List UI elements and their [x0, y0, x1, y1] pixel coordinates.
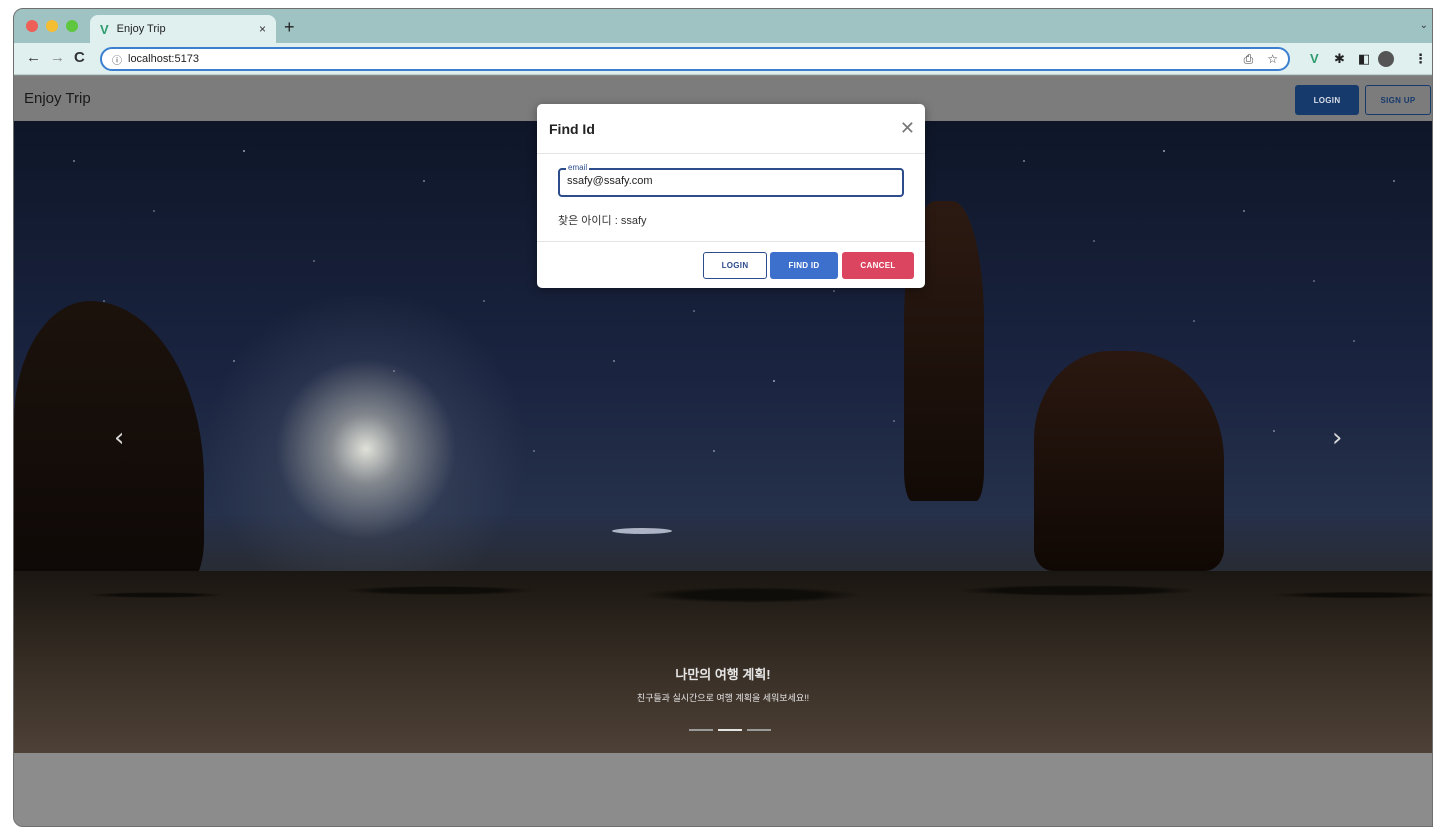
browser-titlebar: V Enjoy Trip × + ⌄	[14, 9, 1432, 43]
browser-menu-icon[interactable]: ⋮	[1414, 51, 1427, 67]
side-panel-icon[interactable]: ◧	[1358, 51, 1370, 67]
email-input[interactable]	[567, 175, 887, 187]
header-signup-button[interactable]: SIGN UP	[1365, 85, 1431, 115]
carousel-caption-subtitle: 친구들과 실시간으로 여행 계획을 세워보세요!!	[636, 693, 810, 703]
carousel-indicator-active[interactable]	[718, 729, 742, 731]
star-icon[interactable]: ☆	[1267, 52, 1278, 66]
vue-icon: V	[100, 21, 109, 37]
new-tab-button[interactable]: +	[284, 17, 295, 38]
carousel-caption-title: 나만의 여행 계획!	[675, 667, 771, 682]
page-lower-area	[14, 753, 1432, 826]
info-icon[interactable]: ⓘ	[112, 52, 122, 67]
modal-header: Find Id ✕	[537, 104, 925, 154]
extensions-icon[interactable]: ✱	[1334, 51, 1345, 67]
cancel-button[interactable]: CANCEL	[842, 252, 914, 279]
close-window-button[interactable]	[26, 20, 38, 32]
rock-formation-right	[1034, 351, 1224, 571]
url-text[interactable]: localhost:5173	[128, 53, 1230, 65]
carousel-indicator[interactable]	[689, 729, 713, 731]
share-icon[interactable]: ⎙	[1244, 52, 1254, 67]
carousel-indicators	[689, 729, 771, 731]
email-label: email	[566, 163, 590, 172]
profile-avatar[interactable]	[1378, 51, 1394, 67]
carousel-indicator[interactable]	[747, 729, 771, 731]
tab-close-icon[interactable]: ×	[259, 22, 266, 36]
login-button[interactable]: LOGIN	[703, 252, 767, 279]
find-id-modal: Find Id ✕ email 찾은 아이디 : ssafy LOGIN FIN…	[537, 104, 925, 288]
minimize-window-button[interactable]	[46, 20, 58, 32]
carousel-prev-icon[interactable]: ‹	[114, 423, 124, 453]
modal-footer: LOGIN FIND ID CANCEL	[537, 241, 925, 288]
found-id-result: 찾은 아이디 : ssafy	[558, 215, 647, 227]
shrubs-silhouette	[14, 541, 1432, 631]
maximize-window-button[interactable]	[66, 20, 78, 32]
carousel-next-icon[interactable]: ›	[1332, 423, 1342, 453]
reload-icon[interactable]: C	[74, 49, 85, 66]
browser-tab[interactable]: V Enjoy Trip ×	[90, 15, 276, 43]
back-icon[interactable]: ←	[26, 49, 41, 66]
vue-devtools-icon[interactable]: V	[1310, 51, 1319, 66]
modal-title: Find Id	[549, 121, 595, 137]
page-viewport: Enjoy Trip LOGIN SIGN UP ‹ › 나만의 여행 계획! …	[14, 76, 1432, 826]
forward-icon[interactable]: →	[50, 49, 65, 66]
header-login-button[interactable]: LOGIN	[1295, 85, 1359, 115]
browser-toolbar: ← → C ⓘ localhost:5173 ⎙ ☆ V ✱ ◧ ⋮	[14, 43, 1432, 75]
address-bar[interactable]: ⓘ localhost:5173 ⎙ ☆	[100, 47, 1290, 71]
browser-window: V Enjoy Trip × + ⌄ ← → C ⓘ localhost:517…	[13, 8, 1433, 827]
find-id-button[interactable]: FIND ID	[770, 252, 838, 279]
close-icon[interactable]: ✕	[900, 118, 915, 139]
chevron-down-icon[interactable]: ⌄	[1420, 20, 1428, 31]
tab-title: Enjoy Trip	[116, 23, 166, 35]
brand-title[interactable]: Enjoy Trip	[24, 90, 91, 107]
email-field[interactable]: email	[558, 163, 904, 197]
